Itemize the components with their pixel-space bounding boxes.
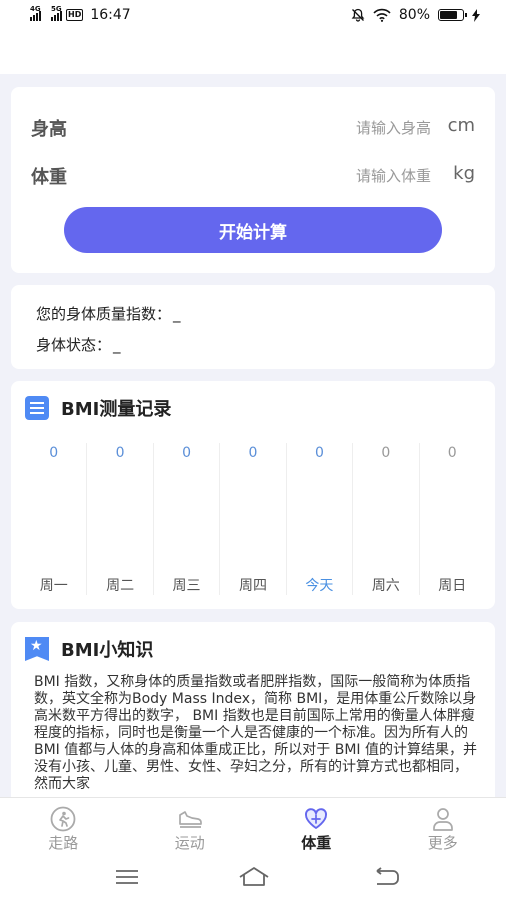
clock: 16:47	[90, 7, 131, 23]
back-icon[interactable]	[372, 865, 402, 889]
tab-more-label: 更多	[427, 834, 458, 852]
bmi-result-label: 您的身体质量指数：	[36, 305, 172, 323]
battery-icon	[438, 9, 467, 21]
bmi-result-card: 您的身体质量指数： _ 身体状态： _	[11, 285, 495, 369]
battery-percent: 80%	[398, 7, 430, 23]
height-label: 身高	[31, 119, 67, 140]
record-day-2: 0 周三	[154, 443, 221, 595]
bottom-tab-bar: 走路 运动 体重 更多	[0, 797, 506, 855]
record-title: BMI测量记录	[61, 399, 172, 420]
record-day-value: 0	[381, 445, 391, 461]
battery-fill	[440, 11, 457, 19]
record-day-6: 0 周日	[420, 443, 485, 595]
record-day-name: 周一	[39, 578, 68, 594]
weight-label: 体重	[31, 167, 67, 188]
tab-sport-label: 运动	[174, 834, 205, 852]
tab-walk-label: 走路	[48, 834, 79, 852]
bmi-result-line: 您的身体质量指数： _	[36, 303, 181, 324]
tab-more[interactable]: 更多	[380, 798, 506, 855]
record-day-1: 0 周二	[87, 443, 154, 595]
body-state-value: _	[113, 336, 121, 354]
record-title-row: BMI测量记录	[25, 395, 171, 421]
record-day-5: 0 周六	[353, 443, 420, 595]
weight-input[interactable]	[231, 167, 431, 185]
height-row: 身高 cm	[11, 107, 495, 147]
record-day-name: 周四	[238, 578, 267, 594]
person-icon	[432, 808, 453, 831]
record-day-0: 0 周一	[21, 443, 88, 595]
sneaker-icon	[178, 811, 202, 828]
height-input[interactable]	[231, 119, 431, 137]
status-bar: 4G 5G HD 16:47 80%	[0, 0, 506, 32]
status-left: 4G 5G HD 16:47	[30, 5, 131, 23]
record-day-name: 周二	[106, 578, 135, 594]
tab-weight-label: 体重	[301, 834, 332, 852]
knowledge-title-row: BMI小知识	[25, 636, 153, 662]
knowledge-text: BMI 指数，又称身体的质量指数或者肥胖指数，国际一般简称为体质指数，英文全称为…	[34, 674, 477, 792]
record-day-value: 0	[447, 445, 457, 461]
tab-sport[interactable]: 运动	[127, 798, 254, 855]
record-day-value: 0	[49, 445, 59, 461]
record-day-value: 0	[182, 445, 192, 461]
start-calculate-button[interactable]: 开始计算	[64, 207, 442, 253]
system-nav-bar	[0, 855, 506, 900]
tab-weight[interactable]: 体重	[253, 798, 380, 855]
knowledge-title: BMI小知识	[61, 640, 154, 661]
tab-walk[interactable]: 走路	[0, 798, 127, 855]
record-day-value: 0	[115, 445, 125, 461]
home-icon[interactable]	[237, 865, 271, 889]
list-icon	[25, 396, 49, 420]
header-area	[0, 32, 506, 74]
status-right: 80%	[351, 7, 480, 23]
heart-icon	[305, 808, 328, 829]
bmi-result-value: _	[173, 305, 181, 323]
weekly-record-list: 0 周一 0 周二 0 周三 0 周四 0 今天 0 周六 0 周日	[21, 443, 485, 595]
hd-badge: HD	[66, 9, 84, 21]
record-day-4: 0 今天	[287, 443, 354, 595]
bookmark-star-icon	[25, 637, 49, 661]
bmi-record-card: BMI测量记录 0 周一 0 周二 0 周三 0 周四 0 今天 0 周六 0 周日	[11, 381, 495, 609]
walk-icon	[50, 806, 76, 832]
record-day-name: 周三	[172, 578, 201, 594]
record-day-value: 0	[314, 445, 324, 461]
wifi-icon	[373, 8, 391, 22]
record-day-name: 今天	[305, 578, 334, 594]
body-state-line: 身体状态： _	[36, 334, 121, 355]
record-day-name: 周日	[438, 578, 467, 594]
signal-4g-icon: 4G	[30, 5, 41, 21]
mute-bell-icon	[351, 8, 365, 22]
record-day-value: 0	[248, 445, 258, 461]
height-unit: cm	[447, 115, 475, 136]
body-state-label: 身体状态：	[36, 336, 112, 354]
record-day-name: 周六	[371, 578, 400, 594]
record-day-3: 0 周四	[220, 443, 287, 595]
bmi-knowledge-card: BMI小知识 BMI 指数，又称身体的质量指数或者肥胖指数，国际一般简称为体质指…	[11, 622, 495, 822]
weight-row: 体重 kg	[11, 155, 495, 195]
charging-icon	[472, 8, 480, 22]
signal-5g-icon: 5G	[51, 5, 62, 21]
bmi-input-card: 身高 cm 体重 kg 开始计算	[11, 87, 495, 273]
menu-icon[interactable]	[112, 865, 142, 889]
weight-unit: kg	[453, 163, 475, 184]
